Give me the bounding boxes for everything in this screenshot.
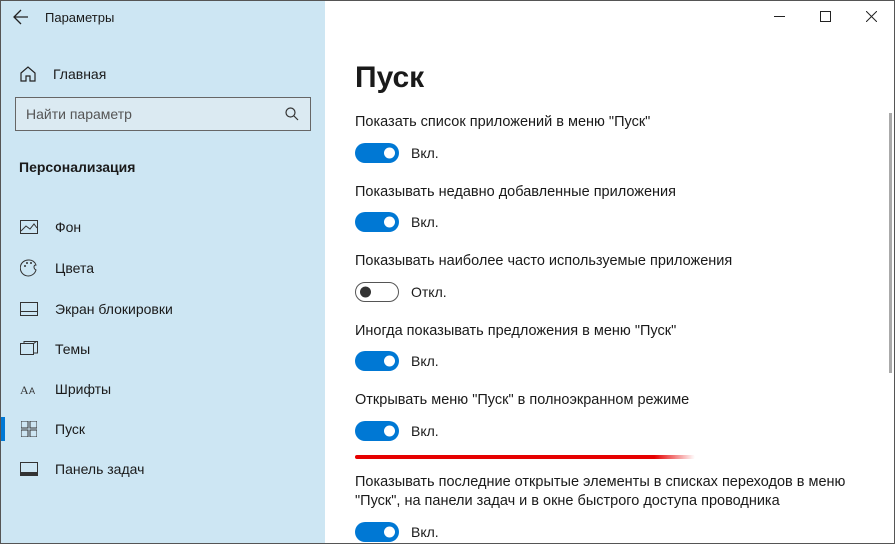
- palette-icon: [19, 259, 39, 277]
- toggle-state: Вкл.: [411, 214, 439, 230]
- home-nav[interactable]: Главная: [15, 57, 311, 97]
- close-icon: [866, 11, 877, 22]
- toggle-fullscreen[interactable]: [355, 421, 399, 441]
- taskbar-icon: [19, 462, 39, 476]
- page-heading: Пуск: [355, 61, 864, 95]
- nav-label: Темы: [55, 341, 90, 357]
- nav-item-themes[interactable]: Темы: [15, 329, 311, 369]
- sidebar: Главная Персонализация Фон Цвета Экран б…: [1, 33, 325, 543]
- toggle-recent-apps[interactable]: [355, 212, 399, 232]
- nav-item-background[interactable]: Фон: [15, 207, 311, 247]
- toggle-app-list[interactable]: [355, 143, 399, 163]
- toggle-most-used[interactable]: [355, 282, 399, 302]
- content-area: Пуск Показать список приложений в меню "…: [325, 33, 894, 543]
- maximize-icon: [820, 11, 831, 22]
- fonts-icon: AA: [19, 382, 39, 396]
- highlight-underline: [355, 455, 695, 459]
- scrollbar[interactable]: [889, 113, 892, 373]
- arrow-left-icon: [13, 9, 29, 25]
- close-button[interactable]: [848, 1, 894, 31]
- nav-list: Фон Цвета Экран блокировки Темы AA Шрифт…: [15, 207, 311, 489]
- picture-icon: [19, 220, 39, 234]
- nav-label: Фон: [55, 219, 81, 235]
- toggle-state: Вкл.: [411, 353, 439, 369]
- setting-label: Иногда показывать предложения в меню "Пу…: [355, 322, 855, 342]
- search-icon: [284, 106, 300, 122]
- toggle-state: Вкл.: [411, 524, 439, 540]
- setting-label: Открывать меню "Пуск" в полноэкранном ре…: [355, 391, 855, 411]
- toggle-state: Вкл.: [411, 145, 439, 161]
- nav-item-fonts[interactable]: AA Шрифты: [15, 369, 311, 409]
- setting-most-used: Показывать наиболее часто используемые п…: [355, 252, 855, 302]
- nav-label: Шрифты: [55, 381, 111, 397]
- setting-label: Показывать наиболее часто используемые п…: [355, 252, 855, 272]
- setting-jumplists: Показывать последние открытые элементы в…: [355, 473, 855, 542]
- toggle-suggestions[interactable]: [355, 351, 399, 371]
- setting-app-list: Показать список приложений в меню "Пуск"…: [355, 113, 855, 163]
- lockscreen-icon: [19, 302, 39, 316]
- home-icon: [19, 65, 37, 83]
- svg-text:A: A: [29, 386, 35, 396]
- nav-item-start[interactable]: Пуск: [15, 409, 311, 449]
- window-controls: [756, 1, 894, 31]
- setting-fullscreen: Открывать меню "Пуск" в полноэкранном ре…: [355, 391, 855, 441]
- nav-label: Пуск: [55, 421, 85, 437]
- setting-label: Показать список приложений в меню "Пуск": [355, 113, 855, 133]
- nav-item-taskbar[interactable]: Панель задач: [15, 449, 311, 489]
- nav-item-lockscreen[interactable]: Экран блокировки: [15, 289, 311, 329]
- setting-label: Показывать последние открытые элементы в…: [355, 473, 855, 512]
- back-button[interactable]: [1, 1, 41, 33]
- search-box[interactable]: [15, 97, 311, 131]
- category-heading: Персонализация: [15, 155, 311, 179]
- nav-label: Экран блокировки: [55, 301, 173, 317]
- titlebar: Параметры: [1, 1, 894, 33]
- nav-item-colors[interactable]: Цвета: [15, 247, 311, 289]
- toggle-state: Вкл.: [411, 423, 439, 439]
- home-label: Главная: [53, 66, 106, 82]
- maximize-button[interactable]: [802, 1, 848, 31]
- nav-label: Панель задач: [55, 461, 144, 477]
- start-icon: [19, 421, 39, 437]
- setting-recent-apps: Показывать недавно добавленные приложени…: [355, 183, 855, 233]
- minimize-icon: [774, 11, 785, 22]
- setting-label: Показывать недавно добавленные приложени…: [355, 183, 855, 203]
- window-title: Параметры: [45, 10, 114, 25]
- minimize-button[interactable]: [756, 1, 802, 31]
- nav-label: Цвета: [55, 260, 94, 276]
- toggle-state: Откл.: [411, 284, 447, 300]
- toggle-jumplists[interactable]: [355, 522, 399, 542]
- themes-icon: [19, 341, 39, 357]
- svg-text:A: A: [20, 383, 29, 396]
- setting-suggestions: Иногда показывать предложения в меню "Пу…: [355, 322, 855, 372]
- search-input[interactable]: [26, 106, 284, 122]
